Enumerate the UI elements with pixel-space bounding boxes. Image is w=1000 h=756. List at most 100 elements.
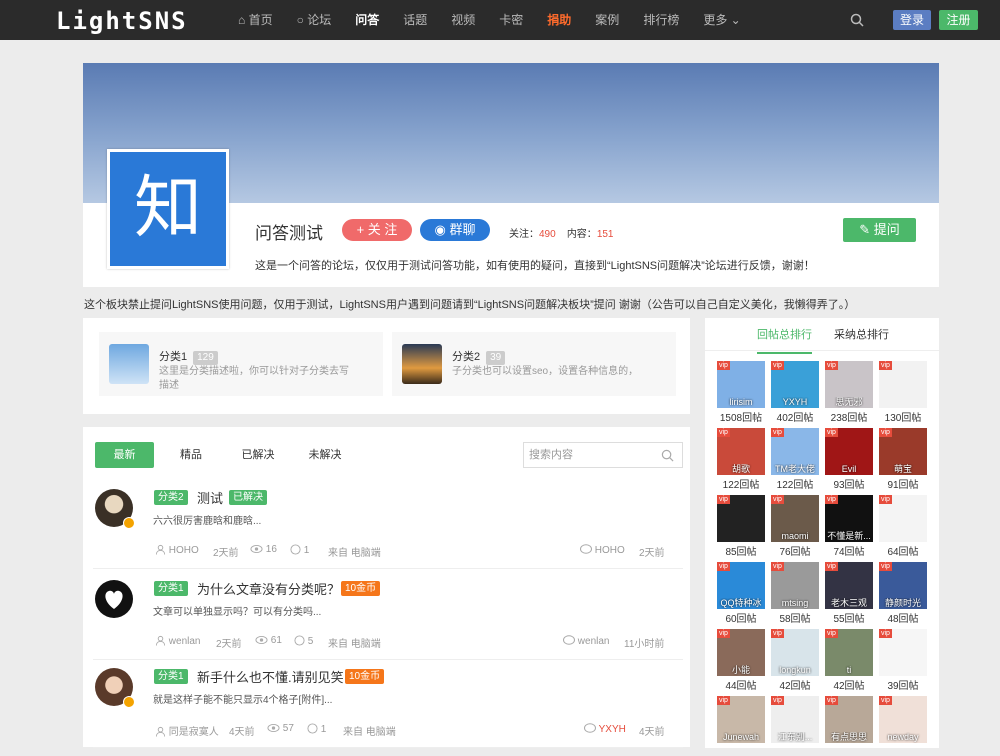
post-source: 来自 电脑端 xyxy=(328,639,381,650)
author-name: HOHO xyxy=(168,545,199,556)
register-button[interactable]: 注册 xyxy=(939,10,978,30)
rank-item[interactable]: vip maomi 76回帖 xyxy=(771,495,819,558)
post-category-badge[interactable]: 分类1 xyxy=(154,669,188,684)
search-icon[interactable] xyxy=(850,13,864,27)
nav-item-qa[interactable]: 问答 xyxy=(355,0,379,40)
nav-item-cases[interactable]: 案例 xyxy=(595,0,619,40)
search-icon[interactable] xyxy=(661,449,674,462)
group-chat-button[interactable]: ◉ 群聊 xyxy=(420,219,490,241)
last-reply-user[interactable]: wenlan xyxy=(563,635,609,647)
tab-accepted-ranking[interactable]: 采纳总排行 xyxy=(834,326,889,342)
forum-stats: 关注：490 内容：151 xyxy=(509,225,614,240)
nav-item-more[interactable]: 更多 ⌄ xyxy=(703,0,740,40)
category-thumbnail xyxy=(402,344,442,384)
rank-item[interactable]: vip 64回帖 xyxy=(879,495,927,558)
login-button[interactable]: 登录 xyxy=(893,10,931,30)
rank-item[interactable]: vip 萌宝 91回帖 xyxy=(879,428,927,491)
post-item[interactable]: 分类2 测试 已解决 六六很厉害鹿晗和鹿晗... HOHO 2天前 16 1 来… xyxy=(93,481,683,569)
rank-item[interactable]: vip 不懂是新... 74回帖 xyxy=(825,495,873,558)
rank-item[interactable]: vip YXYH 402回帖 xyxy=(771,361,819,424)
post-category-badge[interactable]: 分类1 xyxy=(154,581,188,596)
post-category-badge[interactable]: 分类2 xyxy=(154,490,188,505)
rank-item[interactable]: vip 江东别... xyxy=(771,696,819,756)
rank-item[interactable]: vip QQ特种冰 60回帖 xyxy=(717,562,765,625)
user-icon xyxy=(155,544,166,555)
comments-count: 1 xyxy=(320,724,327,735)
rank-item[interactable]: vip 130回帖 xyxy=(879,361,927,424)
follow-button[interactable]: + 关 注 xyxy=(342,219,412,241)
nav-item-videos[interactable]: 视频 xyxy=(451,0,475,40)
rank-item[interactable]: vip 静颜时光 48回帖 xyxy=(879,562,927,625)
post-author[interactable]: wenlan xyxy=(155,635,200,647)
last-reply-user[interactable]: YXYH xyxy=(584,723,626,735)
rank-reply-count: 42回帖 xyxy=(779,681,811,692)
nav-item-cards[interactable]: 卡密 xyxy=(499,0,523,40)
chat-icon: ◉ xyxy=(434,222,450,237)
tab-featured[interactable]: 精品 xyxy=(168,442,214,468)
rank-item[interactable]: vip 39回帖 xyxy=(879,629,927,692)
rank-item[interactable]: vip 有点思思 xyxy=(825,696,873,756)
verified-icon xyxy=(123,696,135,708)
post-title[interactable]: 为什么文章没有分类呢？ xyxy=(197,579,340,598)
search-input[interactable]: 搜索内容 xyxy=(523,442,683,468)
vip-badge: vip xyxy=(879,495,892,504)
post-author[interactable]: HOHO xyxy=(155,544,199,556)
rank-item[interactable]: vip newday xyxy=(879,696,927,756)
nav-item-donate[interactable]: 捐助 xyxy=(547,0,571,40)
home-icon: ⌂ xyxy=(238,13,249,27)
rank-user-name: QQ特种冰 xyxy=(720,598,762,608)
category-count: 39 xyxy=(486,351,506,365)
post-excerpt: 文章可以单独显示吗？可以有分类吗... xyxy=(153,607,322,618)
rank-item[interactable]: vip lirisim 1508回帖 xyxy=(717,361,765,424)
nav-item-forum[interactable]: ○ 论坛 xyxy=(297,0,332,40)
rank-item[interactable]: vip Junewah xyxy=(717,696,765,756)
post-comments: 5 xyxy=(294,635,313,647)
rank-reply-count: 130回帖 xyxy=(884,413,922,424)
ask-label: 提问 xyxy=(873,222,900,237)
last-reply-time: 4天前 xyxy=(639,727,665,738)
rank-item[interactable]: vip 小能 44回帖 xyxy=(717,629,765,692)
post-title[interactable]: 测试 xyxy=(197,488,223,507)
rank-item[interactable]: vip Evil 93回帖 xyxy=(825,428,873,491)
rank-user-name: lirisim xyxy=(729,397,753,407)
rank-item[interactable]: vip TM老大佬 122回帖 xyxy=(771,428,819,491)
tab-solved[interactable]: 已解决 xyxy=(233,442,283,468)
views-count: 16 xyxy=(265,544,277,555)
tab-latest[interactable]: 最新 xyxy=(95,442,154,468)
vip-badge: vip xyxy=(825,361,838,370)
rank-user-name: 小能 xyxy=(731,665,750,675)
forum-icon: 知 xyxy=(107,149,229,269)
rank-reply-count: 42回帖 xyxy=(833,681,865,692)
tab-unsolved[interactable]: 未解决 xyxy=(300,442,350,468)
category-count: 129 xyxy=(193,351,218,365)
rank-item[interactable]: vip 思无邪 238回帖 xyxy=(825,361,873,424)
post-time: 2天前 xyxy=(216,639,242,650)
rank-item[interactable]: vip ti 42回帖 xyxy=(825,629,873,692)
post-item[interactable]: 分类1 为什么文章没有分类呢？ 10金币 文章可以单独显示吗？可以有分类吗...… xyxy=(93,572,683,660)
content-count: 151 xyxy=(596,229,614,240)
eye-icon xyxy=(250,545,263,553)
ask-question-button[interactable]: ✎ 提问 xyxy=(843,218,916,242)
nav-item-leaderboard[interactable]: 排行榜 xyxy=(643,0,679,40)
post-item[interactable]: 分类1 新手什么也不懂.请别见笑 10金币 就是这样子能不能只显示4个格子[附件… xyxy=(93,660,683,748)
last-reply-user[interactable]: HOHO xyxy=(580,544,625,556)
category-card[interactable]: 分类2 39 子分类也可以设置seo，设置各种信息的， xyxy=(392,332,676,396)
rank-reply-count: 122回帖 xyxy=(722,480,760,491)
rank-item[interactable]: vip mtsing 58回帖 xyxy=(771,562,819,625)
nav-item-home[interactable]: ⌂ 首页 xyxy=(238,0,273,40)
site-logo[interactable]: LightSNS xyxy=(56,7,188,35)
rank-item[interactable]: vip 胡歌 122回帖 xyxy=(717,428,765,491)
post-author[interactable]: 同是寂寞人 xyxy=(155,723,219,738)
rank-reply-count: 402回帖 xyxy=(776,413,814,424)
vip-badge: vip xyxy=(717,428,730,437)
nav-item-topics[interactable]: 话题 xyxy=(403,0,427,40)
post-title[interactable]: 新手什么也不懂.请别见笑 xyxy=(197,667,344,686)
rank-item[interactable]: vip 85回帖 xyxy=(717,495,765,558)
avatar[interactable] xyxy=(95,580,133,618)
sidebar-divider xyxy=(705,350,939,351)
category-card[interactable]: 分类1 129 这里是分类描述啦，你可以针对子分类去写描述 xyxy=(99,332,383,396)
vip-badge: vip xyxy=(771,696,784,705)
rank-item[interactable]: vip 老木三观 55回帖 xyxy=(825,562,873,625)
rank-item[interactable]: vip longkun 42回帖 xyxy=(771,629,819,692)
rank-reply-count: 91回帖 xyxy=(887,480,919,491)
